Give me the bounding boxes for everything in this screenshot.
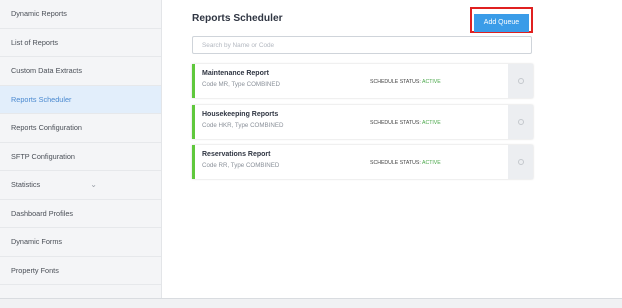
chevron-down-icon[interactable]: ⌄ bbox=[90, 171, 97, 200]
sidebar-item-label: SFTP Configuration bbox=[11, 151, 75, 161]
sidebar-item-label: Dashboard Profiles bbox=[11, 208, 74, 218]
report-meta: Code RR, Type COMBINED bbox=[202, 162, 279, 169]
sidebar-item-reports-scheduler[interactable]: Reports Scheduler bbox=[0, 85, 161, 114]
sidebar-item-statistics[interactable]: Statistics ⌄ bbox=[0, 171, 161, 200]
sidebar-item-label: Custom Data Extracts bbox=[11, 66, 82, 75]
schedule-status-value: ACTIVE bbox=[421, 160, 441, 166]
report-type: COMBINED bbox=[246, 81, 280, 88]
bottom-scrollbar[interactable] bbox=[0, 298, 622, 308]
schedule-status-label: SCHEDULE STATUS: bbox=[370, 79, 421, 85]
report-action-button[interactable] bbox=[508, 105, 533, 139]
sidebar-item-dynamic-forms[interactable]: Dynamic Forms bbox=[0, 228, 161, 257]
action-icon bbox=[517, 78, 524, 84]
report-meta: Code HKR, Type COMBINED bbox=[202, 122, 283, 129]
sidebar-item-reports-configuration[interactable]: Reports Configuration bbox=[0, 114, 161, 143]
sidebar-item-custom-data-extracts[interactable]: Custom Data Extracts bbox=[0, 57, 161, 86]
report-code: MR bbox=[218, 81, 229, 88]
schedule-status-label: SCHEDULE STATUS: bbox=[370, 120, 421, 126]
report-name: Maintenance Report bbox=[202, 70, 269, 77]
report-type: COMBINED bbox=[245, 162, 280, 169]
report-code-label: Code bbox=[202, 81, 217, 88]
report-code-label: Code bbox=[202, 122, 217, 129]
sidebar-item-label: Reports Scheduler bbox=[11, 94, 72, 104]
sidebar-item-property-fonts[interactable]: Property Fonts bbox=[0, 257, 161, 285]
report-name: Housekeeping Reports bbox=[202, 111, 279, 118]
schedule-status: SCHEDULE STATUS: ACTIVE bbox=[370, 160, 441, 166]
action-icon bbox=[517, 159, 524, 165]
sidebar-item-label: Dynamic Reports bbox=[11, 9, 67, 18]
report-code: HKR bbox=[218, 122, 232, 129]
report-code-label: Code bbox=[202, 162, 217, 169]
schedule-status: SCHEDULE STATUS: ACTIVE bbox=[370, 120, 441, 126]
sidebar-item-sftp-configuration[interactable]: SFTP Configuration bbox=[0, 143, 161, 171]
sidebar-item-label: Dynamic Forms bbox=[11, 237, 63, 246]
report-card[interactable]: Reservations Report Code RR, Type COMBIN… bbox=[192, 145, 533, 179]
sidebar-item-list-of-reports[interactable]: List of Reports bbox=[0, 29, 161, 57]
report-type: COMBINED bbox=[250, 122, 284, 129]
sidebar-item-label: Property Fonts bbox=[11, 265, 59, 275]
report-action-button[interactable] bbox=[508, 145, 533, 179]
report-card[interactable]: Maintenance Report Code MR, Type COMBINE… bbox=[192, 64, 533, 98]
action-icon bbox=[517, 119, 524, 125]
sidebar: Dynamic Reports List of Reports Custom D… bbox=[0, 0, 162, 308]
sidebar-item-dynamic-reports[interactable]: Dynamic Reports bbox=[0, 0, 161, 29]
report-meta: Code MR, Type COMBINED bbox=[202, 81, 280, 88]
report-type-label: , Type bbox=[228, 81, 245, 88]
sidebar-item-label: List of Reports bbox=[11, 37, 59, 47]
main-content: Reports Scheduler Add Queue Maintenance … bbox=[163, 0, 622, 308]
search-input[interactable] bbox=[192, 36, 532, 54]
page-title: Reports Scheduler bbox=[192, 13, 283, 24]
schedule-status-value: ACTIVE bbox=[421, 120, 441, 126]
sidebar-item-label: Reports Configuration bbox=[11, 123, 82, 132]
schedule-status: SCHEDULE STATUS: ACTIVE bbox=[370, 79, 441, 85]
sidebar-item-dashboard-profiles[interactable]: Dashboard Profiles bbox=[0, 200, 161, 228]
add-queue-button[interactable]: Add Queue bbox=[474, 13, 529, 32]
report-name: Reservations Report bbox=[202, 151, 271, 158]
report-card[interactable]: Housekeeping Reports Code HKR, Type COMB… bbox=[192, 105, 533, 139]
report-action-button[interactable] bbox=[508, 64, 533, 98]
add-queue-highlight: Add Queue bbox=[470, 7, 533, 33]
report-type-label: , Type bbox=[227, 162, 245, 169]
schedule-status-label: SCHEDULE STATUS: bbox=[370, 160, 421, 166]
sidebar-item-label: Statistics bbox=[11, 180, 41, 189]
schedule-status-value: ACTIVE bbox=[421, 79, 441, 85]
report-type-label: , Type bbox=[231, 122, 249, 129]
